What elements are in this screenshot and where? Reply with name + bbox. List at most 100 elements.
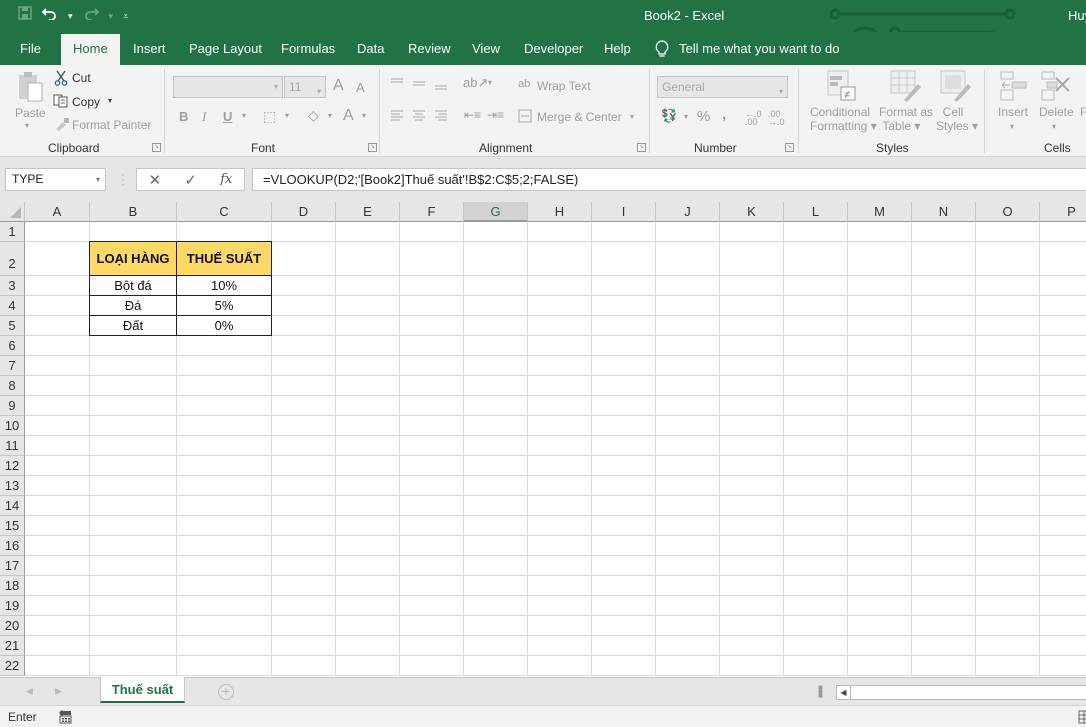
row-header-15[interactable]: 15: [0, 516, 25, 536]
row-header-3[interactable]: 3: [0, 276, 25, 296]
increase-font-size-button[interactable]: A: [333, 77, 344, 95]
spreadsheet-grid[interactable]: A B C D E F G H I J K L M N O P 1 2 3 4 5 6 7 8 9 10 11 12 13 14 15 16 1…: [0, 202, 1086, 677]
scroll-sheets-left-icon[interactable]: ◀: [26, 686, 33, 697]
tell-me-box[interactable]: Tell me what you want to do: [655, 32, 839, 65]
orientation-icon[interactable]: ab↗: [463, 75, 488, 91]
row-header-19[interactable]: 19: [0, 596, 25, 616]
font-color-button[interactable]: A: [343, 107, 354, 125]
orientation-dropdown-icon[interactable]: ▾: [488, 78, 492, 87]
row-header-16[interactable]: 16: [0, 536, 25, 556]
formula-bar-resize-handle[interactable]: · · ·: [121, 168, 125, 190]
increase-indent-icon[interactable]: ⇥≡: [487, 108, 504, 122]
customize-qat-icon[interactable]: ⩡: [123, 6, 128, 26]
column-header-l[interactable]: L: [784, 202, 848, 222]
table-header-cell[interactable]: THUẾ SUẤT: [176, 241, 272, 276]
insert-cells-button[interactable]: Insert: [998, 105, 1028, 119]
insert-dropdown-icon[interactable]: ▾: [1010, 122, 1014, 131]
number-format-combo[interactable]: General ▾: [657, 76, 788, 98]
add-sheet-icon[interactable]: +: [218, 684, 234, 700]
table-cell[interactable]: 10%: [176, 275, 272, 296]
align-middle-icon[interactable]: [412, 78, 426, 90]
font-size-combo[interactable]: 11 ▾: [284, 76, 326, 98]
row-header-10[interactable]: 10: [0, 416, 25, 436]
table-cell[interactable]: Bột đá: [89, 275, 177, 296]
copy-button[interactable]: Copy: [72, 95, 100, 109]
tab-insert[interactable]: Insert: [133, 32, 166, 65]
tab-developer[interactable]: Developer: [524, 32, 583, 65]
formula-input[interactable]: =VLOOKUP(D2;'[Book2]Thuế suất'!B$2:C$5;2…: [252, 168, 1086, 191]
number-launcher-icon[interactable]: ↘: [785, 143, 794, 152]
alignment-launcher-icon[interactable]: ↘: [637, 143, 646, 152]
delete-dropdown-icon[interactable]: ▾: [1052, 122, 1056, 131]
fill-color-dropdown-icon[interactable]: ▾: [328, 111, 332, 120]
accounting-dropdown-icon[interactable]: ▾: [684, 112, 688, 121]
font-name-combo[interactable]: ▾: [173, 76, 283, 98]
format-painter-button[interactable]: Format Painter: [72, 118, 151, 132]
align-center-icon[interactable]: [412, 110, 426, 122]
table-cell[interactable]: 0%: [176, 315, 272, 336]
paste-icon[interactable]: [17, 71, 45, 103]
align-top-icon[interactable]: [390, 78, 404, 88]
select-all-button[interactable]: [0, 202, 25, 222]
column-header-e[interactable]: E: [336, 202, 400, 222]
align-right-icon[interactable]: [434, 110, 448, 122]
tab-home[interactable]: Home: [61, 34, 120, 65]
column-header-o[interactable]: O: [976, 202, 1040, 222]
tab-formulas[interactable]: Formulas: [281, 32, 335, 65]
paste-button[interactable]: Paste: [15, 106, 46, 120]
row-header-2[interactable]: 2: [0, 242, 25, 276]
font-color-dropdown-icon[interactable]: ▾: [362, 111, 366, 120]
column-header-h[interactable]: H: [528, 202, 592, 222]
column-header-g[interactable]: G: [464, 202, 528, 222]
column-header-c[interactable]: C: [177, 202, 272, 222]
scroll-left-icon[interactable]: ◀: [837, 686, 851, 699]
enter-icon[interactable]: ✓: [184, 171, 197, 189]
column-header-i[interactable]: I: [592, 202, 656, 222]
borders-dropdown-icon[interactable]: ▾: [285, 111, 289, 120]
row-header-13[interactable]: 13: [0, 476, 25, 496]
column-header-k[interactable]: K: [720, 202, 784, 222]
redo-icon[interactable]: [83, 6, 99, 26]
align-left-icon[interactable]: [390, 110, 404, 122]
tab-file[interactable]: File: [20, 32, 41, 65]
wrap-text-button[interactable]: Wrap Text: [537, 79, 591, 93]
row-header-20[interactable]: 20: [0, 616, 25, 636]
row-header-6[interactable]: 6: [0, 336, 25, 356]
font-launcher-icon[interactable]: ↘: [368, 143, 377, 152]
tab-help[interactable]: Help: [604, 32, 631, 65]
column-header-n[interactable]: N: [912, 202, 976, 222]
row-header-9[interactable]: 9: [0, 396, 25, 416]
row-header-21[interactable]: 21: [0, 636, 25, 656]
column-header-p[interactable]: P: [1040, 202, 1086, 222]
column-header-f[interactable]: F: [400, 202, 464, 222]
comma-style-button[interactable]: ,: [722, 106, 726, 123]
column-header-b[interactable]: B: [90, 202, 177, 222]
format-cells-button[interactable]: F: [1080, 105, 1086, 119]
align-bottom-icon[interactable]: [434, 78, 448, 92]
column-header-j[interactable]: J: [656, 202, 720, 222]
row-header-12[interactable]: 12: [0, 456, 25, 476]
name-box-dropdown-icon[interactable]: ▾: [96, 169, 100, 190]
underline-dropdown-icon[interactable]: ▾: [242, 111, 246, 120]
format-as-table-button[interactable]: Format as Table ▾: [879, 105, 933, 133]
cancel-icon[interactable]: ✕: [149, 171, 162, 189]
bold-button[interactable]: B: [179, 109, 188, 124]
merge-center-button[interactable]: Merge & Center: [537, 110, 622, 124]
row-header-17[interactable]: 17: [0, 556, 25, 576]
undo-dropdown-icon[interactable]: ▾: [68, 6, 73, 26]
increase-decimal-icon[interactable]: ←.0.00: [745, 110, 762, 127]
column-header-d[interactable]: D: [272, 202, 336, 222]
column-header-m[interactable]: M: [848, 202, 912, 222]
undo-icon[interactable]: [41, 6, 58, 26]
scroll-sheets-right-icon[interactable]: ▶: [55, 686, 62, 697]
fill-color-icon[interactable]: ◇: [308, 107, 319, 124]
decrease-indent-icon[interactable]: ⇤≡: [464, 108, 481, 122]
redo-dropdown-icon[interactable]: ▾: [109, 6, 114, 26]
horizontal-scrollbar[interactable]: ◀: [836, 685, 1086, 700]
macro-recording-icon[interactable]: [58, 710, 72, 724]
table-cell[interactable]: 5%: [176, 295, 272, 316]
copy-dropdown-icon[interactable]: ▾: [108, 96, 112, 105]
insert-function-icon[interactable]: fx: [220, 172, 232, 187]
percent-style-button[interactable]: %: [697, 108, 710, 125]
table-header-cell[interactable]: LOẠI HÀNG: [89, 241, 177, 276]
